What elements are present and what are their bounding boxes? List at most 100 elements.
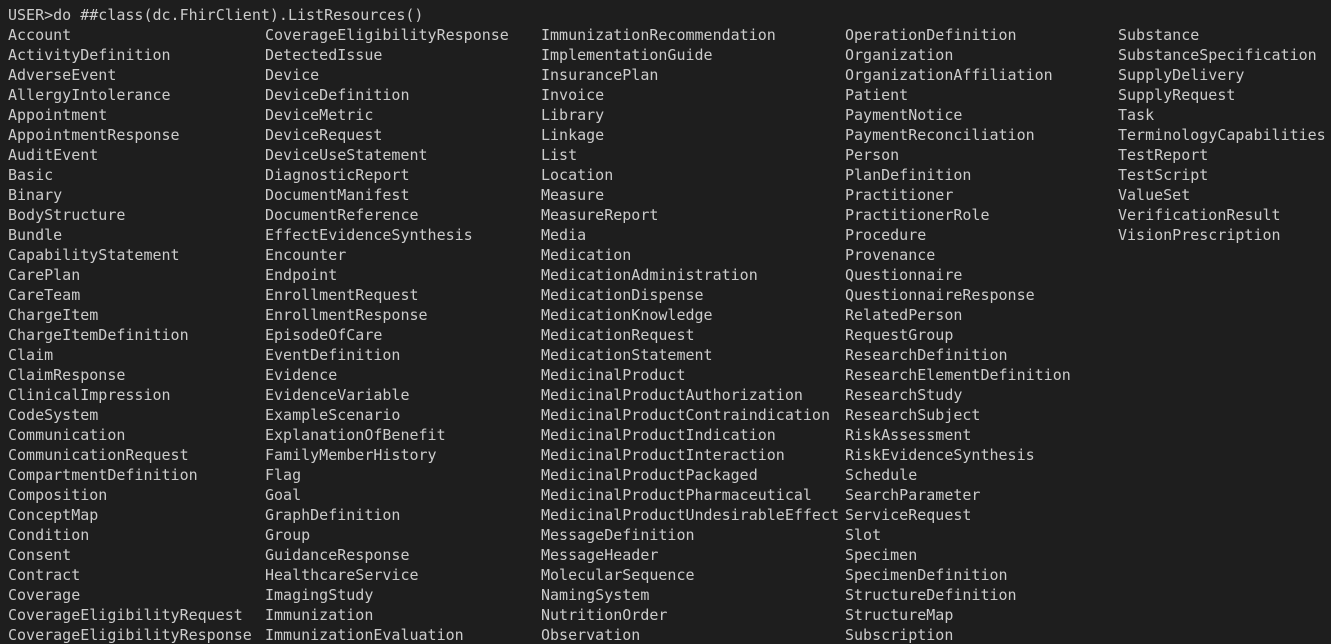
resource-name: Encounter <box>265 246 347 264</box>
resource-name: Endpoint <box>265 266 338 284</box>
resource-name: Slot <box>845 526 882 544</box>
resource-name: InsurancePlan <box>541 66 659 84</box>
resource-name: AllergyIntolerance <box>8 86 171 104</box>
resource-name: List <box>541 146 578 164</box>
resource-name: Organization <box>845 46 954 64</box>
resource-name: SubstanceSpecification <box>1118 46 1317 64</box>
resource-name: ChargeItem <box>8 306 99 324</box>
resource-name: EpisodeOfCare <box>265 326 383 344</box>
resource-name: BodyStructure <box>8 206 126 224</box>
resource-name: MedicinalProductAuthorization <box>541 386 803 404</box>
resource-name: StructureDefinition <box>845 586 1017 604</box>
resource-name: ChargeItemDefinition <box>8 326 189 344</box>
resource-name: Linkage <box>541 126 605 144</box>
resource-name: VerificationResult <box>1118 206 1281 224</box>
resource-name: Task <box>1118 106 1155 124</box>
resource-name: Practitioner <box>845 186 954 204</box>
resource-name: EffectEvidenceSynthesis <box>265 226 473 244</box>
resource-name: CoverageEligibilityRequest <box>8 606 243 624</box>
resource-name: CapabilityStatement <box>8 246 180 264</box>
resource-name: StructureMap <box>845 606 954 624</box>
resource-name: AdverseEvent <box>8 66 117 84</box>
resource-name: MessageDefinition <box>541 526 695 544</box>
resource-name: MedicationAdministration <box>541 266 758 284</box>
resource-name: Flag <box>265 466 302 484</box>
resource-name: Invoice <box>541 86 605 104</box>
resource-name: RelatedPerson <box>845 306 963 324</box>
resource-name: SpecimenDefinition <box>845 566 1008 584</box>
resource-name: Media <box>541 226 587 244</box>
resource-name: TestScript <box>1118 166 1209 184</box>
resource-name: DeviceMetric <box>265 106 374 124</box>
resource-name: NamingSystem <box>541 586 650 604</box>
resource-name: Claim <box>8 346 54 364</box>
resource-name: ServiceRequest <box>845 506 972 524</box>
resource-column-4: OperationDefinition Organization Organizat… <box>845 25 1071 644</box>
resource-name: Contract <box>8 566 81 584</box>
resource-name: PractitionerRole <box>845 206 990 224</box>
resource-name: Bundle <box>8 226 63 244</box>
resource-name: SearchParameter <box>845 486 981 504</box>
resource-name: Binary <box>8 186 63 204</box>
resource-name: EventDefinition <box>265 346 401 364</box>
resource-name: ValueSet <box>1118 186 1191 204</box>
resource-name: Questionnaire <box>845 266 963 284</box>
resource-name: DiagnosticReport <box>265 166 410 184</box>
resource-name: MessageHeader <box>541 546 659 564</box>
resource-name: SupplyRequest <box>1118 86 1236 104</box>
resource-name: MedicationStatement <box>541 346 713 364</box>
command-prompt-line: USER>do ##class(dc.FhirClient).ListResou… <box>8 6 424 24</box>
resource-name: ActivityDefinition <box>8 46 171 64</box>
resource-column-2: CoverageEligibilityResponse DetectedIssue… <box>265 25 509 644</box>
resource-name: CodeSystem <box>8 406 99 424</box>
resource-name: DocumentReference <box>265 206 419 224</box>
resource-name: PlanDefinition <box>845 166 972 184</box>
resource-name: Procedure <box>845 226 927 244</box>
terminal-window[interactable]: USER>do ##class(dc.FhirClient).ListResou… <box>0 0 1331 644</box>
resource-name: CompartmentDefinition <box>8 466 198 484</box>
resource-name: MedicinalProductIndication <box>541 426 776 444</box>
resource-name: ConceptMap <box>8 506 99 524</box>
resource-name: Appointment <box>8 106 108 124</box>
resource-name: EvidenceVariable <box>265 386 410 404</box>
resource-name: Substance <box>1118 26 1200 44</box>
resource-name: Patient <box>845 86 909 104</box>
resource-name: Person <box>845 146 900 164</box>
resource-name: CarePlan <box>8 266 81 284</box>
resource-name: ImagingStudy <box>265 586 374 604</box>
resource-name: ImmunizationEvaluation <box>265 626 464 644</box>
resource-name: MedicinalProduct <box>541 366 686 384</box>
resource-name: MeasureReport <box>541 206 659 224</box>
resource-name: FamilyMemberHistory <box>265 446 437 464</box>
resource-name: ResearchElementDefinition <box>845 366 1071 384</box>
resource-name: CareTeam <box>8 286 81 304</box>
resource-name: Group <box>265 526 311 544</box>
resource-name: Condition <box>8 526 90 544</box>
resource-name: RiskAssessment <box>845 426 972 444</box>
resource-name: Goal <box>265 486 302 504</box>
resource-name: MedicinalProductUndesirableEffect <box>541 506 840 524</box>
resource-name: OrganizationAffiliation <box>845 66 1053 84</box>
resource-name: Communication <box>8 426 126 444</box>
resource-name: ImmunizationRecommendation <box>541 26 776 44</box>
resource-name: DeviceRequest <box>265 126 383 144</box>
resource-name: PaymentNotice <box>845 106 963 124</box>
resource-name: PaymentReconciliation <box>845 126 1035 144</box>
resource-name: CommunicationRequest <box>8 446 189 464</box>
resource-name: QuestionnaireResponse <box>845 286 1035 304</box>
resource-name: Library <box>541 106 605 124</box>
resource-name: Immunization <box>265 606 374 624</box>
resource-name: Medication <box>541 246 632 264</box>
resource-name: TestReport <box>1118 146 1209 164</box>
resource-name: ClinicalImpression <box>8 386 171 404</box>
resource-name: TerminologyCapabilities <box>1118 126 1326 144</box>
resource-name: HealthcareService <box>265 566 419 584</box>
resource-name: AuditEvent <box>8 146 99 164</box>
resource-name: Basic <box>8 166 54 184</box>
resource-name: RequestGroup <box>845 326 954 344</box>
resource-name: Schedule <box>845 466 918 484</box>
resource-name: GraphDefinition <box>265 506 401 524</box>
resource-name: Device <box>265 66 320 84</box>
resource-name: MolecularSequence <box>541 566 695 584</box>
resource-name: CoverageEligibilityResponse <box>265 26 509 44</box>
